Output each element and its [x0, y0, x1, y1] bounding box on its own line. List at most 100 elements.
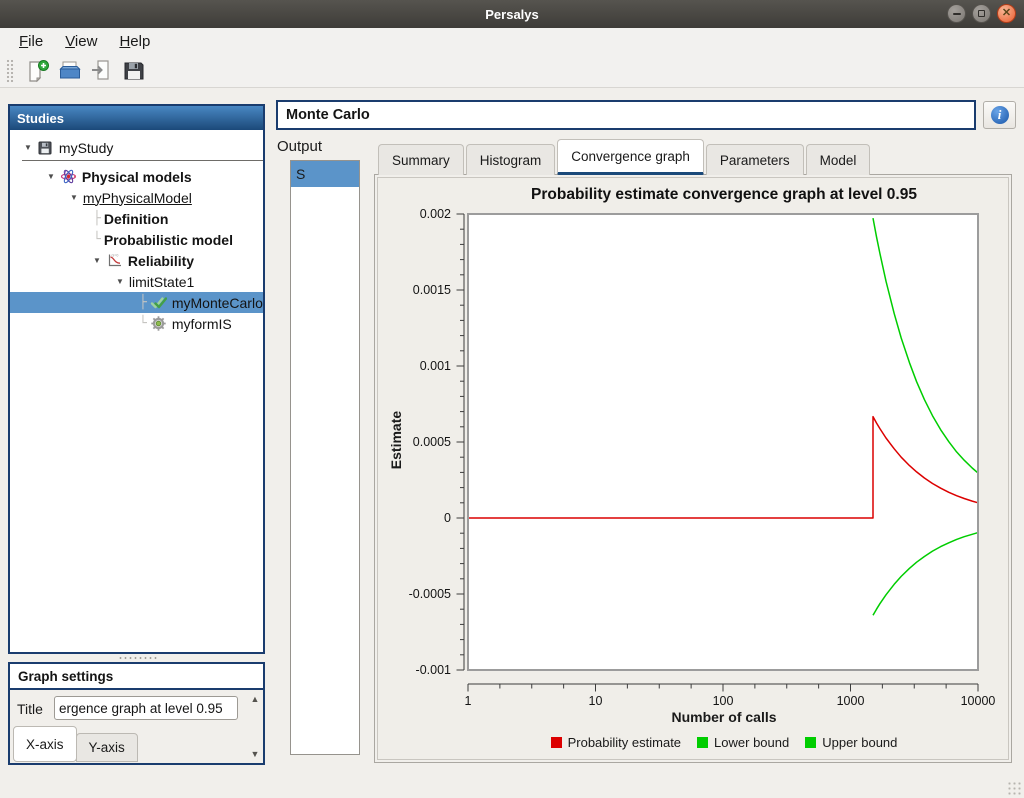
tree-separator: [22, 160, 263, 161]
import-script-icon: [89, 58, 115, 84]
legend-label: Probability estimate: [568, 735, 681, 750]
output-item-s[interactable]: S: [291, 161, 359, 187]
scroll-up-icon[interactable]: ▲: [251, 694, 260, 704]
tab-label: Histogram: [480, 153, 542, 168]
tree-item-label: Reliability: [128, 253, 194, 269]
studies-panel-header: Studies: [10, 106, 263, 130]
info-button[interactable]: i: [983, 101, 1016, 129]
open-study-button[interactable]: [54, 57, 86, 85]
info-icon: i: [991, 106, 1009, 124]
gs-tab-label: X-axis: [26, 737, 64, 752]
legend-swatch: [697, 737, 708, 748]
legend-item-lower-bound[interactable]: Lower bound: [697, 735, 789, 750]
convergence-plot[interactable]: 0.0020.00150.0010.00050-0.0005-0.0011101…: [378, 178, 1010, 761]
svg-text:-0.001: -0.001: [416, 663, 451, 677]
menu-view[interactable]: View: [54, 30, 108, 53]
reliability-icon: G=0: [106, 252, 123, 269]
expand-arrow-icon[interactable]: ▼: [93, 256, 101, 265]
studies-panel: Studies ▼myStudy▼Physical models▼myPhysi…: [8, 104, 265, 654]
svg-text:0.0005: 0.0005: [413, 435, 451, 449]
tab-content-panel: Probability estimate convergence graph a…: [374, 174, 1012, 763]
output-panel-label: Output: [277, 138, 322, 155]
toolbar: [0, 55, 1024, 88]
graph-settings-body: Title X-axis Y-axis ▲ ▼: [10, 690, 263, 763]
atom-icon: [60, 168, 77, 185]
tree-branch-line: ├: [93, 211, 101, 226]
chart-area: Probability estimate convergence graph a…: [377, 177, 1009, 760]
tree-item-limitstate1[interactable]: ▼ limitState1: [10, 271, 263, 292]
legend-item-probability-estimate[interactable]: Probability estimate: [551, 735, 681, 750]
maximize-button[interactable]: [972, 4, 991, 23]
menu-file[interactable]: File: [8, 30, 54, 53]
gear-icon: [150, 315, 167, 332]
graph-settings-header: Graph settings: [10, 664, 263, 690]
analysis-tab-bar: Summary Histogram Convergence graphParamet…: [378, 139, 872, 175]
svg-text:10000: 10000: [961, 694, 996, 708]
reliability-icon: G=0: [106, 252, 123, 269]
tree-item-myphysicalmodel[interactable]: ▼ myPhysicalModel: [10, 187, 263, 208]
scroll-down-icon[interactable]: ▼: [251, 749, 260, 759]
graph-settings-scrollbar[interactable]: ▲ ▼: [248, 692, 262, 761]
tree-item-definition[interactable]: ├Definition: [10, 208, 263, 229]
legend-item-upper-bound[interactable]: Upper bound: [805, 735, 897, 750]
close-button[interactable]: ✕: [997, 4, 1016, 23]
tab-label: Model: [820, 153, 857, 168]
window-size-grip[interactable]: [1007, 781, 1021, 795]
tab-convergence-graph[interactable]: Convergence graph: [557, 139, 704, 175]
svg-text:0.0015: 0.0015: [413, 283, 451, 297]
new-study-icon: [25, 58, 51, 84]
chart-x-axis-label: Number of calls: [469, 709, 979, 725]
new-study-button[interactable]: [22, 57, 54, 85]
title-bar: Persalys ✕: [0, 0, 1024, 29]
svg-text:-0.0005: -0.0005: [409, 587, 451, 601]
application-window: Persalys ✕ FileViewHelp Studies ▼ myStudy…: [0, 0, 1024, 798]
tab-model[interactable]: Model: [806, 144, 871, 175]
graph-title-input[interactable]: [54, 696, 238, 720]
tree-branch-line: └: [139, 316, 147, 331]
expand-arrow-icon[interactable]: ▼: [47, 172, 55, 181]
save-icon: [37, 140, 53, 156]
tab-parameters[interactable]: Parameters: [706, 144, 804, 175]
tree-item-myformis[interactable]: └ myformIS: [10, 313, 263, 334]
tree-item-label: Definition: [104, 211, 169, 227]
tree-item-label: limitState1: [129, 274, 194, 290]
save-study-icon: [121, 58, 147, 84]
graph-settings-panel: Graph settings Title X-axis Y-axis ▲ ▼: [8, 662, 265, 765]
expand-arrow-icon[interactable]: ▼: [24, 143, 32, 152]
svg-text:1: 1: [465, 694, 472, 708]
graph-title-label: Title: [17, 701, 43, 717]
tree-item-label: myStudy: [59, 140, 113, 156]
expand-arrow-icon[interactable]: ▼: [70, 193, 78, 202]
svg-text:0: 0: [444, 511, 451, 525]
svg-text:G=0: G=0: [111, 254, 118, 258]
gs-tab-x-axis[interactable]: X-axis: [13, 726, 77, 762]
tree-item-label: myPhysicalModel: [83, 190, 192, 206]
analysis-name-input[interactable]: [276, 100, 976, 130]
tree-item-mystudy[interactable]: ▼ myStudy: [10, 137, 263, 158]
save-study-button[interactable]: [118, 57, 150, 85]
tab-histogram[interactable]: Histogram: [466, 144, 556, 175]
menu-bar: FileViewHelp: [0, 28, 1024, 55]
tab-summary[interactable]: Summary: [378, 144, 464, 175]
expand-arrow-icon[interactable]: ▼: [116, 277, 124, 286]
tree-item-label: myformIS: [172, 316, 232, 332]
check-icon: [150, 294, 167, 311]
minimize-button[interactable]: [947, 4, 966, 23]
menu-help[interactable]: Help: [108, 30, 161, 53]
plot-canvas: [468, 214, 978, 670]
toolbar-drag-handle[interactable]: [6, 59, 14, 83]
gs-tab-y-axis[interactable]: Y-axis: [76, 733, 138, 762]
tree-item-reliability[interactable]: ▼ G=0 Reliability: [10, 250, 263, 271]
check-icon: [150, 294, 167, 311]
panel-splitter-handle[interactable]: [118, 656, 158, 660]
tree-item-mymontecarlo[interactable]: ├myMonteCarlo: [10, 292, 263, 313]
tree-item-physical-models[interactable]: ▼Physical models: [10, 166, 263, 187]
tree-item-probabilistic-model[interactable]: └Probabilistic model: [10, 229, 263, 250]
import-script-button[interactable]: [86, 57, 118, 85]
atom-icon: [60, 168, 77, 185]
svg-text:0.001: 0.001: [420, 359, 451, 373]
save-icon: [37, 139, 54, 156]
minimize-icon: [953, 13, 961, 15]
graph-settings-tabs: X-axis Y-axis: [13, 728, 137, 762]
tab-label: Summary: [392, 153, 450, 168]
